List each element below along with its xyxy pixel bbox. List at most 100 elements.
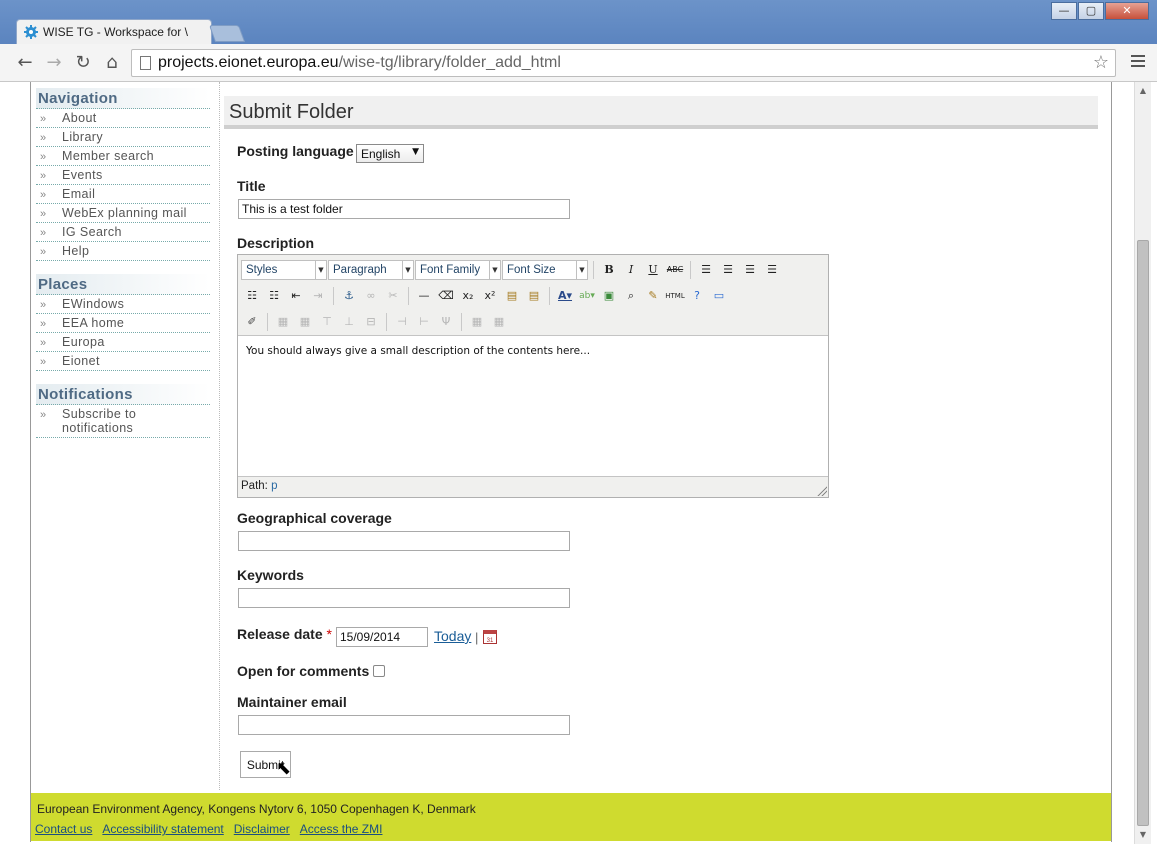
keywords-input[interactable] [238, 588, 570, 608]
vertical-scrollbar[interactable]: ▲ ▼ [1134, 82, 1151, 844]
outdent-icon[interactable]: ⇤ [285, 286, 307, 306]
align-center-icon[interactable]: ☰ [717, 260, 739, 280]
sidebar-item-member-search[interactable]: » Member search [36, 147, 210, 166]
bullet-icon: » [40, 113, 47, 125]
subscript-icon[interactable]: x₂ [457, 286, 479, 306]
font-family-dropdown[interactable]: Font Family ▼ [415, 260, 501, 280]
resize-handle-icon[interactable] [817, 486, 827, 496]
path-element-link[interactable]: p [271, 480, 277, 492]
sidebar-item-label: WebEx planning mail [62, 206, 187, 220]
insert-col-after-icon[interactable]: ⊢ [413, 312, 435, 332]
delete-col-icon[interactable]: Ψ [435, 312, 457, 332]
sidebar-item-email[interactable]: » Email [36, 185, 210, 204]
editor-toolbar-row-3: ✐ ▦ ▦ ⊤ ⊥ ⊟ ⊣ ⊢ Ψ ▦ ▦ [241, 310, 510, 334]
access-zmi-link[interactable]: Access the ZMI [300, 822, 383, 836]
open-comments-label: Open for comments [237, 663, 370, 679]
today-link[interactable]: Today [434, 628, 471, 644]
eraser-icon[interactable]: ⌫ [435, 286, 457, 306]
italic-icon[interactable]: I [620, 260, 642, 280]
release-date-input[interactable] [336, 627, 428, 647]
forward-icon[interactable]: → [44, 53, 64, 73]
posting-language-select[interactable]: English ▼ [356, 144, 424, 163]
superscript-icon[interactable]: x² [479, 286, 501, 306]
maintainer-email-input[interactable] [238, 715, 570, 735]
sidebar-item-label: Library [62, 130, 104, 144]
sidebar-item-label: EEA home [62, 316, 125, 330]
strikethrough-icon[interactable]: ABC [664, 260, 686, 280]
home-icon[interactable]: ⌂ [102, 53, 122, 73]
help-icon[interactable]: ? [686, 286, 708, 306]
styles-dropdown[interactable]: Styles ▼ [241, 260, 327, 280]
insert-row-after-icon[interactable]: ⊥ [338, 312, 360, 332]
insert-row-before-icon[interactable]: ⊤ [316, 312, 338, 332]
paste-text-icon[interactable]: ▤ [501, 286, 523, 306]
sidebar-item-ig-search[interactable]: » IG Search [36, 223, 210, 242]
sidebar-item-events[interactable]: » Events [36, 166, 210, 185]
unlink-icon[interactable]: ✂ [382, 286, 404, 306]
disclaimer-link[interactable]: Disclaimer [234, 822, 290, 836]
sidebar-item-webex[interactable]: » WebEx planning mail [36, 204, 210, 223]
delete-row-icon[interactable]: ⊟ [360, 312, 382, 332]
sidebar-item-subscribe[interactable]: » Subscribe to notifications [36, 405, 210, 438]
bold-icon[interactable]: B [598, 260, 620, 280]
align-left-icon[interactable]: ☰ [695, 260, 717, 280]
geo-coverage-input[interactable] [238, 531, 570, 551]
numbered-list-icon[interactable]: ☷ [263, 286, 285, 306]
accessibility-statement-link[interactable]: Accessibility statement [102, 822, 223, 836]
link-icon[interactable]: ∞ [360, 286, 382, 306]
horizontal-rule-icon[interactable]: — [413, 286, 435, 306]
table-cell-props-icon[interactable]: ▦ [294, 312, 316, 332]
text-color-icon[interactable]: A▾ [554, 286, 576, 306]
highlight-color-icon[interactable]: ab▾ [576, 286, 598, 306]
underline-icon[interactable]: U [642, 260, 664, 280]
merge-cells-icon[interactable]: ▦ [488, 312, 510, 332]
open-comments-checkbox[interactable] [373, 665, 385, 677]
sidebar-item-about[interactable]: » About [36, 109, 210, 128]
title-input[interactable] [238, 199, 570, 219]
sidebar-item-europa[interactable]: » Europa [36, 333, 210, 352]
font-size-dropdown[interactable]: Font Size ▼ [502, 260, 588, 280]
paragraph-label: Paragraph [333, 264, 387, 276]
split-cells-icon[interactable]: ▦ [466, 312, 488, 332]
toolbar-separator [461, 313, 462, 331]
fullscreen-icon[interactable]: ▭ [708, 286, 730, 306]
bullet-icon: » [40, 208, 47, 220]
scrollbar-thumb[interactable] [1137, 240, 1149, 826]
back-icon[interactable]: ← [15, 53, 35, 73]
new-tab-button[interactable] [208, 25, 246, 42]
reload-icon[interactable]: ↻ [73, 53, 93, 73]
sidebar-item-eionet[interactable]: » Eionet [36, 352, 210, 371]
sidebar-item-ewindows[interactable]: » EWindows [36, 295, 210, 314]
insert-col-before-icon[interactable]: ⊣ [391, 312, 413, 332]
sidebar-item-help[interactable]: » Help [36, 242, 210, 261]
html-source-icon[interactable]: HTML [664, 286, 686, 306]
bookmark-star-icon[interactable]: ☆ [1093, 50, 1109, 76]
paste-word-icon[interactable]: ▤ [523, 286, 545, 306]
minimize-button[interactable]: — [1051, 2, 1077, 20]
maximize-button[interactable]: ▢ [1078, 2, 1104, 20]
cleanup-icon[interactable]: ✎ [642, 286, 664, 306]
sidebar-item-library[interactable]: » Library [36, 128, 210, 147]
align-justify-icon[interactable]: ☰ [761, 260, 783, 280]
editor-content-area[interactable]: You should always give a small descripti… [238, 335, 828, 477]
calendar-icon[interactable]: 31 [483, 630, 497, 644]
table-row-props-icon[interactable]: ▦ [272, 312, 294, 332]
bullet-icon: » [40, 409, 47, 421]
bullet-list-icon[interactable]: ☷ [241, 286, 263, 306]
align-right-icon[interactable]: ☰ [739, 260, 761, 280]
anchor-icon[interactable]: ⚓ [338, 286, 360, 306]
scroll-down-icon[interactable]: ▼ [1135, 828, 1151, 842]
rich-text-editor: Styles ▼ Paragraph ▼ Font Family ▼ Font Siz… [237, 254, 829, 498]
browser-menu-icon[interactable] [1131, 55, 1145, 69]
edit-css-icon[interactable]: ✐ [241, 312, 263, 332]
image-icon[interactable]: ▣ [598, 286, 620, 306]
paragraph-dropdown[interactable]: Paragraph ▼ [328, 260, 414, 280]
close-window-button[interactable]: ✕ [1105, 2, 1149, 20]
preview-icon[interactable]: ⌕ [620, 286, 642, 306]
indent-icon[interactable]: ⇥ [307, 286, 329, 306]
contact-us-link[interactable]: Contact us [35, 822, 92, 836]
sidebar-item-eea-home[interactable]: » EEA home [36, 314, 210, 333]
address-bar[interactable]: projects.eionet.europa.eu/wise-tg/librar… [131, 49, 1116, 77]
browser-tab[interactable]: WISE TG - Workspace for \ [16, 19, 212, 45]
scroll-up-icon[interactable]: ▲ [1135, 84, 1151, 98]
